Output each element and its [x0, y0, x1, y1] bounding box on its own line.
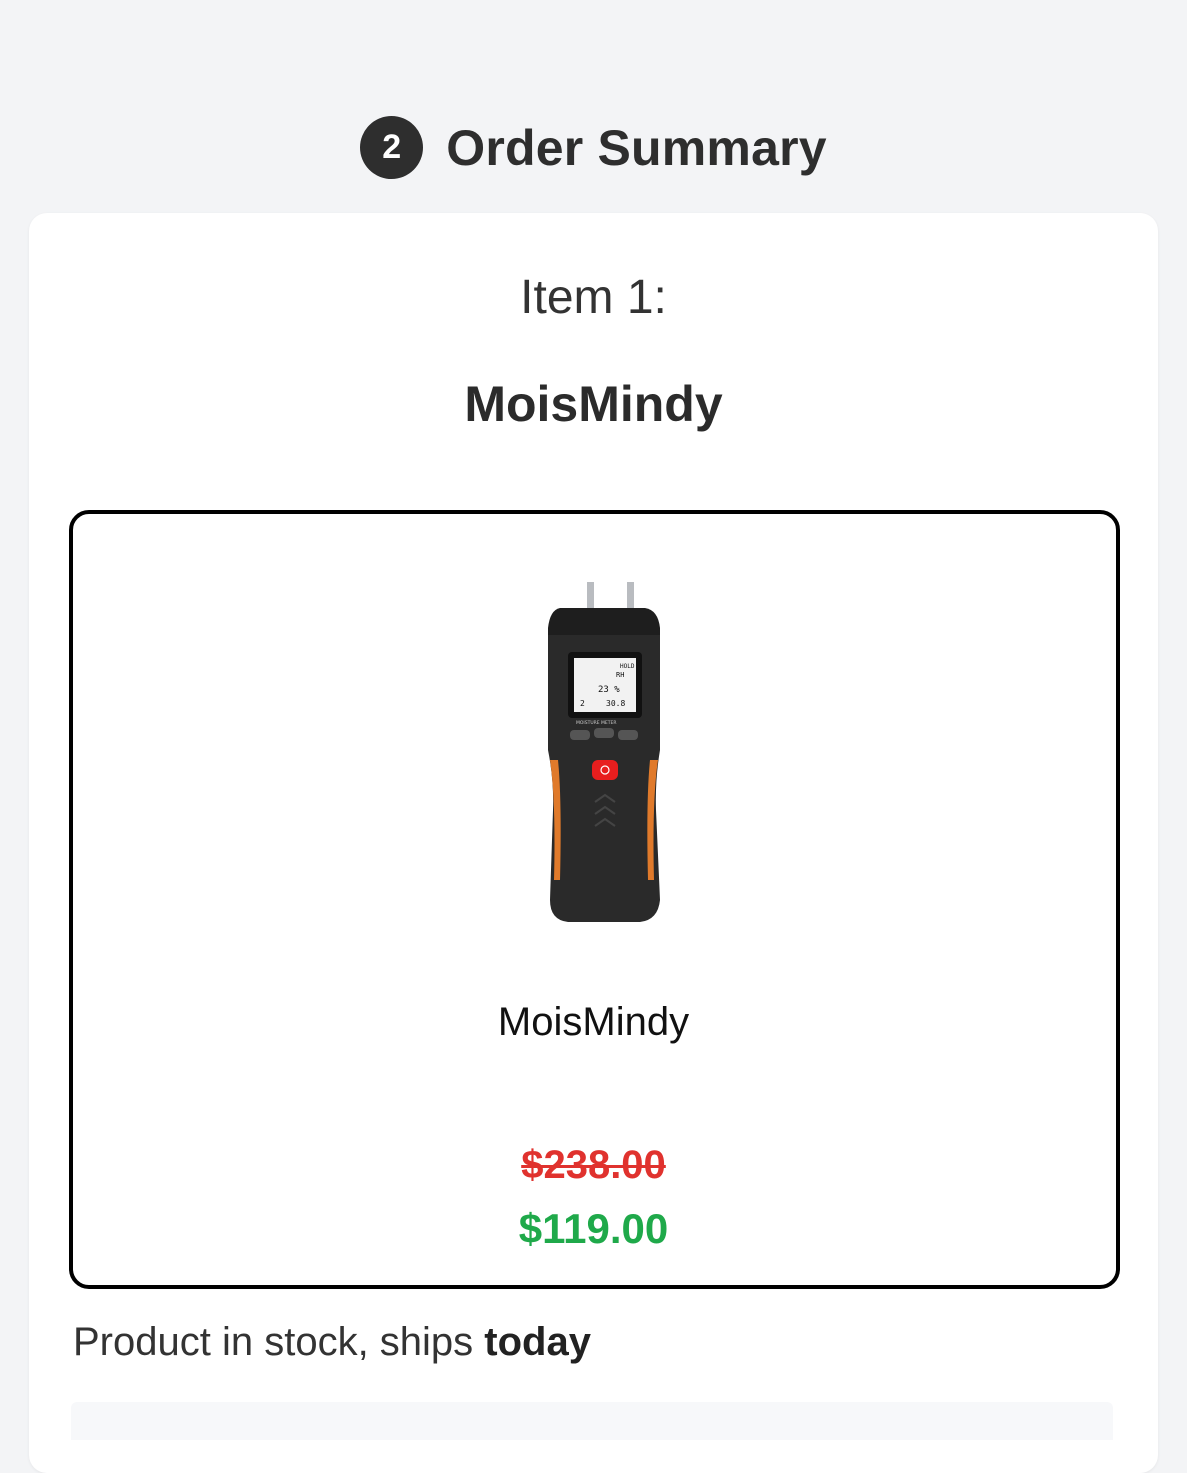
next-section-panel — [71, 1402, 1113, 1440]
section-title: Order Summary — [446, 119, 827, 176]
stock-status: Product in stock, ships today — [73, 1320, 591, 1365]
moisture-meter-image: HOLD RH 23 % 2 30.8 MOISTURE METER — [548, 582, 660, 922]
svg-text:2: 2 — [580, 699, 585, 708]
item-label: Item 1: — [520, 271, 667, 324]
svg-text:23 %: 23 % — [598, 685, 620, 695]
svg-text:MOISTURE METER: MOISTURE METER — [576, 720, 617, 726]
item-name-heading: MoisMindy — [464, 376, 723, 432]
sale-price: $119.00 — [518, 1205, 669, 1252]
stock-status-text: Product in stock, ships — [73, 1320, 485, 1364]
stock-ship-day: today — [484, 1320, 591, 1364]
svg-text:RH: RH — [616, 671, 624, 679]
step-number-badge: 2 — [360, 116, 424, 179]
svg-text:30.8: 30.8 — [606, 699, 625, 708]
svg-text:HOLD: HOLD — [620, 663, 635, 670]
order-summary-header: 2 Order Summary — [0, 116, 1187, 179]
original-price: $238.00 — [521, 1143, 666, 1187]
product-name: MoisMindy — [497, 1000, 690, 1044]
